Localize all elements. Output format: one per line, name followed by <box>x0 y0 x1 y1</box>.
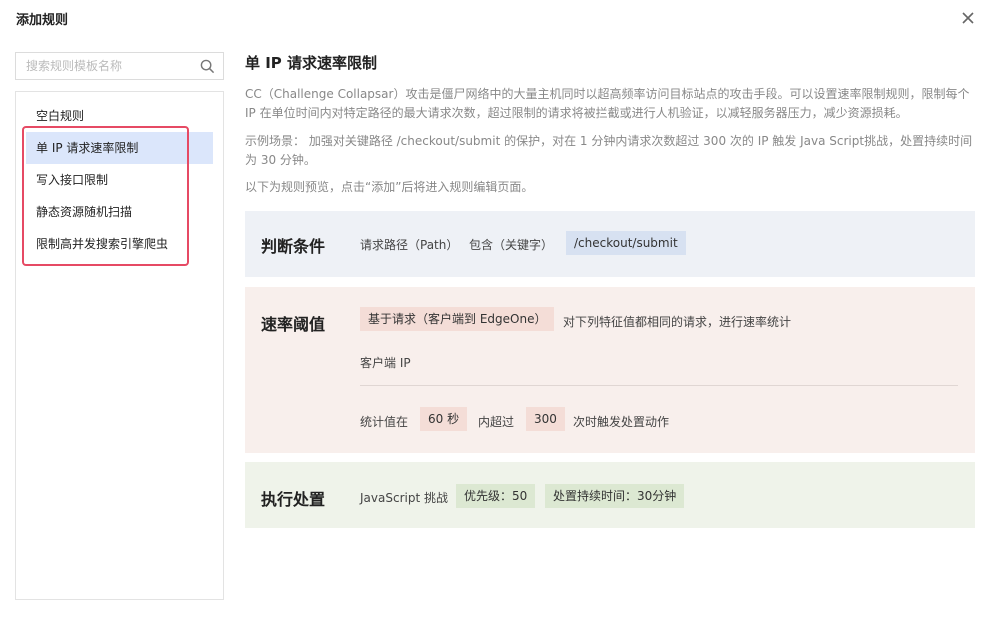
condition-label: 判断条件 <box>261 237 326 256</box>
template-item-blank[interactable]: 空白规则 <box>26 100 213 132</box>
template-item-single-ip-rate-limit[interactable]: 单 IP 请求速率限制 <box>26 132 213 164</box>
preview-hint: 以下为规则预览，点击“添加”后将进入规则编辑页面。 <box>245 180 534 194</box>
action-section: 执行处置 JavaScript 挑战 优先级：50 处置持续时间：30分钟 <box>245 462 975 528</box>
template-item-search-crawler-limit[interactable]: 限制高并发搜索引擎爬虫 <box>26 228 213 260</box>
example-scenario: 示例场景： 加强对关键路径 /checkout/submit 的保护，对在 1 … <box>245 134 973 167</box>
dialog-title: 添加规则 <box>16 13 69 28</box>
rate-stat-suffix: 次时触发处置动作 <box>573 415 670 429</box>
search-box[interactable] <box>15 52 224 80</box>
search-icon[interactable] <box>200 59 215 74</box>
action-type: JavaScript 挑战 <box>360 491 448 505</box>
template-item-static-resource-scan[interactable]: 静态资源随机扫描 <box>26 196 213 228</box>
close-icon[interactable] <box>958 8 978 28</box>
rate-section: 速率阈值 基于请求（客户端到 EdgeOne） 对下列特征值都相同的请求，进行速… <box>245 287 975 453</box>
rate-divider <box>360 385 958 386</box>
action-priority-tag: 优先级：50 <box>456 484 536 508</box>
rate-count-tag: 300 <box>526 407 565 431</box>
rate-label: 速率阈值 <box>261 315 326 334</box>
rate-period-tag: 60 秒 <box>420 407 468 431</box>
condition-operator: 包含（关键字） <box>469 238 554 252</box>
template-item-write-api-limit[interactable]: 写入接口限制 <box>26 164 213 196</box>
condition-field: 请求路径（Path） <box>360 238 459 252</box>
rate-basis-desc: 对下列特征值都相同的请求，进行速率统计 <box>563 315 792 329</box>
rate-feature: 客户端 IP <box>360 356 411 370</box>
template-list: 空白规则 单 IP 请求速率限制 写入接口限制 静态资源随机扫描 限制高并发搜索… <box>15 91 224 600</box>
rule-description: CC（Challenge Collapsar）攻击是僵尸网络中的大量主机同时以超… <box>245 87 970 120</box>
rate-stat-prefix: 统计值在 <box>360 415 409 429</box>
close-button[interactable] <box>958 8 978 28</box>
rate-stat-mid: 内超过 <box>478 415 515 429</box>
condition-section: 判断条件 请求路径（Path） 包含（关键字） /checkout/submit <box>245 211 975 277</box>
rate-basis-tag: 基于请求（客户端到 EdgeOne） <box>360 307 555 331</box>
rule-title: 单 IP 请求速率限制 <box>245 54 378 72</box>
condition-value-tag: /checkout/submit <box>566 231 686 255</box>
action-duration-tag: 处置持续时间：30分钟 <box>545 484 685 508</box>
search-input[interactable] <box>16 53 206 79</box>
action-label: 执行处置 <box>261 490 326 509</box>
